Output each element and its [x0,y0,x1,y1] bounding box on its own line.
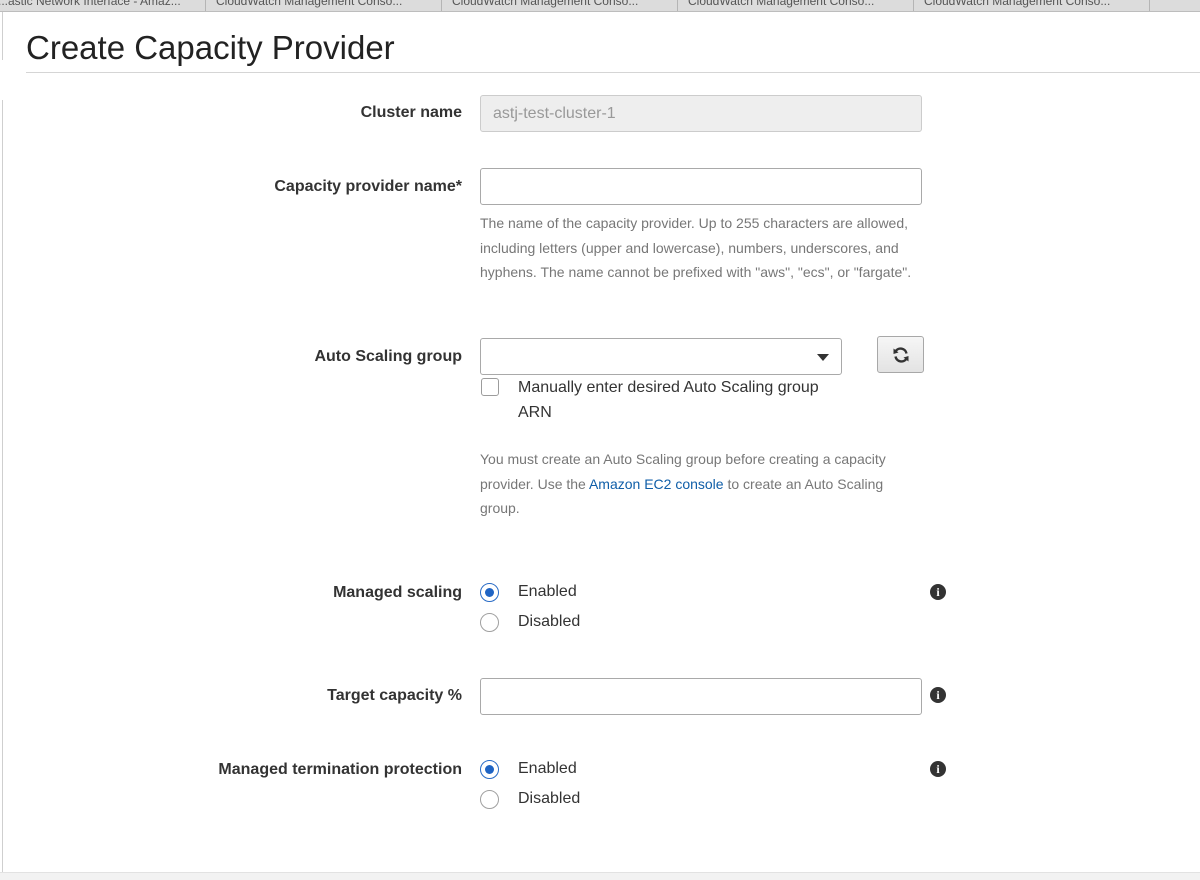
browser-tab-strip: ...astic Network Interface - Amaz... Clo… [0,0,1200,12]
managed-scaling-enabled-label[interactable]: Enabled [518,583,577,601]
cluster-name-label: Cluster name [360,104,462,121]
managed-scaling-disabled-radio[interactable] [480,613,499,632]
capacity-provider-name-label: Capacity provider name* [274,178,462,195]
target-capacity-input[interactable] [480,678,922,715]
refresh-icon [893,346,908,363]
auto-scaling-group-help: You must create an Auto Scaling group be… [480,447,900,521]
target-capacity-label: Target capacity % [327,687,462,704]
amazon-ec2-console-link[interactable]: Amazon EC2 console [589,476,724,492]
browser-tab[interactable]: CloudWatch Management Conso... [914,0,1150,11]
browser-tab[interactable]: CloudWatch Management Conso... [206,0,442,11]
managed-scaling-enabled-radio[interactable] [480,583,499,602]
manual-arn-checkbox[interactable] [481,378,499,396]
info-icon[interactable]: i [930,687,946,703]
browser-tab[interactable]: CloudWatch Management Conso... [442,0,678,11]
manual-arn-checkbox-label[interactable]: Manually enter desired Auto Scaling grou… [518,375,848,425]
cluster-name-input [480,95,922,132]
termination-protection-disabled-radio[interactable] [480,790,499,809]
info-icon[interactable]: i [930,761,946,777]
browser-tab[interactable]: CloudWatch Management Conso... [678,0,914,11]
capacity-provider-name-help: The name of the capacity provider. Up to… [480,215,912,280]
managed-scaling-disabled-label[interactable]: Disabled [518,613,580,631]
refresh-button[interactable] [877,336,924,373]
left-border [0,12,3,880]
title-divider [26,72,1200,73]
termination-protection-enabled-radio[interactable] [480,760,499,779]
managed-scaling-label: Managed scaling [333,584,462,601]
page-bottom-edge [0,872,1200,880]
browser-tab[interactable]: ...astic Network Interface - Amaz... [0,0,206,11]
managed-termination-protection-label: Managed termination protection [218,761,462,778]
auto-scaling-group-label: Auto Scaling group [314,348,462,365]
info-icon[interactable]: i [930,584,946,600]
termination-protection-enabled-label[interactable]: Enabled [518,760,577,778]
caret-down-icon [817,354,829,361]
left-border-gap [0,60,4,100]
capacity-provider-name-input[interactable] [480,168,922,205]
termination-protection-disabled-label[interactable]: Disabled [518,790,580,808]
page-title: Create Capacity Provider [26,29,395,66]
auto-scaling-group-select[interactable] [480,338,842,375]
